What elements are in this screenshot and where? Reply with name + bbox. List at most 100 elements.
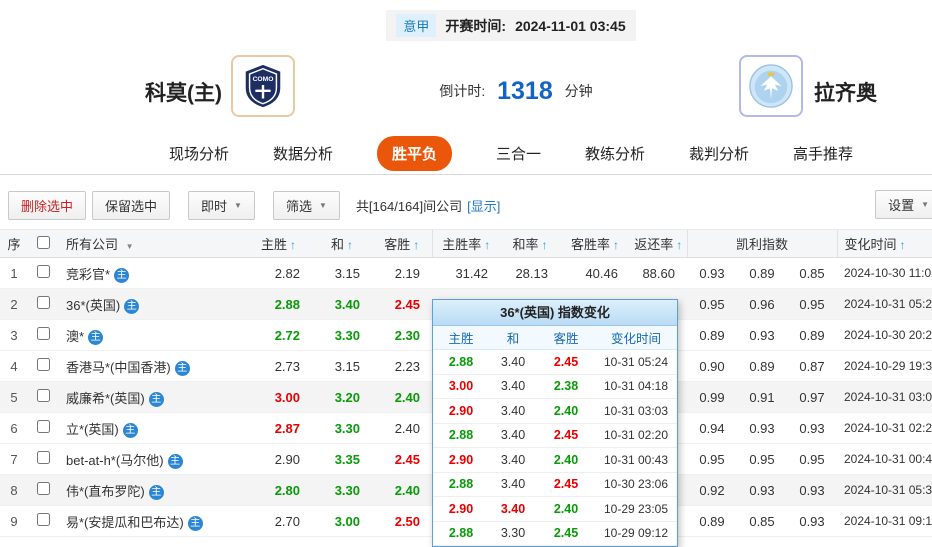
company-name[interactable]: 威廉希*(英国) — [66, 391, 145, 406]
odds-draw[interactable]: 3.00 — [312, 505, 372, 537]
delete-selected-button[interactable]: 删除选中 — [8, 190, 87, 220]
kelly-draw: 0.93 — [737, 474, 787, 506]
popup-row: 2.88 3.40 2.45 10-30 23:06 — [433, 473, 677, 497]
row-checkbox[interactable] — [36, 420, 50, 433]
sort-asc-icon: ↑ — [613, 238, 619, 252]
header-home-odds[interactable]: 主胜 ↑ — [245, 229, 312, 258]
odds-draw[interactable]: 3.15 — [312, 257, 372, 289]
row-checkbox[interactable] — [36, 482, 50, 495]
company-name[interactable]: 伟*(直布罗陀) — [66, 484, 145, 499]
company-cell[interactable]: 澳* 主 — [58, 319, 245, 351]
header-draw-rate[interactable]: 和率 ↑ — [500, 229, 560, 258]
instant-odds-label: 即时 — [201, 198, 228, 214]
header-return-rate[interactable]: 返还率 ↑ — [630, 229, 687, 258]
odds-away[interactable]: 2.40 — [372, 381, 432, 413]
company-cell[interactable]: 易*(安提瓜和巴布达) 主 — [58, 505, 245, 537]
chevron-down-icon: ▼ — [234, 200, 242, 210]
header-change-time[interactable]: 变化时间 ↑ — [836, 229, 932, 258]
popup-odds-home: 2.88 — [448, 354, 474, 369]
odds-away[interactable]: 2.50 — [372, 505, 432, 537]
row-checkbox-cell — [28, 257, 58, 289]
odds-away[interactable]: 2.40 — [372, 412, 432, 444]
tab-win-draw-lose[interactable]: 胜平负 — [376, 136, 452, 171]
odds-draw[interactable]: 3.30 — [312, 319, 372, 351]
company-cell[interactable]: bet-at-h*(马尔他) 主 — [58, 443, 245, 475]
popup-odds-home: 2.88 — [448, 477, 474, 492]
header-draw-odds[interactable]: 和 ↑ — [312, 229, 372, 258]
popup-row: 3.00 3.40 2.38 10-31 04:18 — [433, 375, 677, 399]
odds-home[interactable]: 2.87 — [245, 412, 312, 444]
company-name[interactable]: bet-at-h*(马尔他) — [66, 453, 164, 468]
company-name[interactable]: 竞彩官* — [66, 267, 110, 282]
company-cell[interactable]: 立*(英国) 主 — [58, 412, 245, 444]
header-company[interactable]: 所有公司 ▼ — [58, 229, 245, 258]
league-badge: 意甲 — [396, 14, 437, 37]
row-checkbox[interactable] — [36, 513, 50, 526]
odds-away[interactable]: 2.30 — [372, 319, 432, 351]
tab-live-analysis[interactable]: 现场分析 — [169, 143, 229, 164]
row-checkbox[interactable] — [36, 265, 50, 278]
company-cell[interactable]: 36*(英国) 主 — [58, 288, 245, 320]
odds-draw[interactable]: 3.20 — [312, 381, 372, 413]
home-rate: 31.42 — [432, 257, 500, 289]
company-name[interactable]: 香港马*(中国香港) — [66, 360, 171, 375]
odds-away[interactable]: 2.45 — [372, 288, 432, 320]
row-checkbox-cell — [28, 381, 58, 413]
odds-home[interactable]: 2.90 — [245, 443, 312, 475]
tab-referee-analysis[interactable]: 裁判分析 — [689, 143, 749, 164]
company-cell[interactable]: 威廉希*(英国) 主 — [58, 381, 245, 413]
odds-home[interactable]: 2.72 — [245, 319, 312, 351]
header-away-rate-label: 客胜率 — [570, 237, 610, 252]
odds-home[interactable]: 2.80 — [245, 474, 312, 506]
settings-dropdown[interactable]: 设置 ▼ — [875, 190, 932, 219]
odds-home[interactable]: 2.88 — [245, 288, 312, 320]
popup-odds-away: 2.38 — [553, 379, 579, 394]
odds-away[interactable]: 2.23 — [372, 350, 432, 382]
odds-home[interactable]: 2.70 — [245, 505, 312, 537]
company-name[interactable]: 易*(安提瓜和巴布达) — [66, 515, 184, 530]
odds-away[interactable]: 2.40 — [372, 474, 432, 506]
filter-dropdown[interactable]: 筛选 ▼ — [272, 190, 340, 220]
keep-selected-button[interactable]: 保留选中 — [92, 190, 171, 220]
company-badge-icon: 主 — [167, 453, 183, 469]
row-checkbox[interactable] — [36, 389, 50, 402]
tab-three-in-one[interactable]: 三合一 — [496, 143, 541, 164]
row-checkbox[interactable] — [36, 296, 50, 309]
popup-odds-draw: 3.40 — [500, 477, 526, 492]
odds-away[interactable]: 2.45 — [372, 443, 432, 475]
popup-odds-home: 2.88 — [448, 428, 474, 443]
tab-expert-picks[interactable]: 高手推荐 — [793, 143, 853, 164]
company-cell[interactable]: 香港马*(中国香港) 主 — [58, 350, 245, 382]
odds-draw[interactable]: 3.40 — [312, 288, 372, 320]
change-time: 2024-10-29 19:32 — [837, 350, 932, 382]
odds-draw[interactable]: 3.30 — [312, 474, 372, 506]
company-name[interactable]: 立*(英国) — [66, 422, 119, 437]
odds-home[interactable]: 2.82 — [245, 257, 312, 289]
tab-data-analysis[interactable]: 数据分析 — [273, 143, 333, 164]
odds-home[interactable]: 2.73 — [245, 350, 312, 382]
header-home-rate[interactable]: 主胜率 ↑ — [431, 229, 500, 258]
tab-coach-analysis[interactable]: 教练分析 — [585, 143, 645, 164]
header-home-label: 主胜 — [260, 237, 287, 252]
header-away-odds[interactable]: 客胜 ↑ — [372, 229, 432, 258]
odds-away[interactable]: 2.19 — [372, 257, 432, 289]
odds-draw[interactable]: 3.30 — [312, 412, 372, 444]
row-checkbox[interactable] — [36, 451, 50, 464]
show-link[interactable]: [显示] — [467, 196, 500, 215]
company-cell[interactable]: 竞彩官* 主 — [58, 257, 245, 289]
odds-home[interactable]: 3.00 — [245, 381, 312, 413]
popup-odds-draw: 3.40 — [500, 452, 526, 467]
kelly-draw: 0.85 — [737, 505, 787, 537]
company-name[interactable]: 36*(英国) — [66, 298, 120, 313]
select-all-checkbox[interactable] — [36, 235, 50, 249]
popup-row: 2.90 3.40 2.40 10-31 00:43 — [433, 448, 677, 473]
odds-draw[interactable]: 3.15 — [312, 350, 372, 382]
instant-odds-dropdown[interactable]: 即时 ▼ — [188, 190, 255, 220]
header-away-rate[interactable]: 客胜率 ↑ — [560, 229, 630, 258]
popup-odds-away: 2.40 — [553, 501, 579, 516]
row-checkbox[interactable] — [36, 358, 50, 371]
row-checkbox[interactable] — [36, 327, 50, 340]
company-name[interactable]: 澳* — [66, 329, 84, 344]
odds-draw[interactable]: 3.35 — [312, 443, 372, 475]
company-cell[interactable]: 伟*(直布罗陀) 主 — [58, 474, 245, 506]
